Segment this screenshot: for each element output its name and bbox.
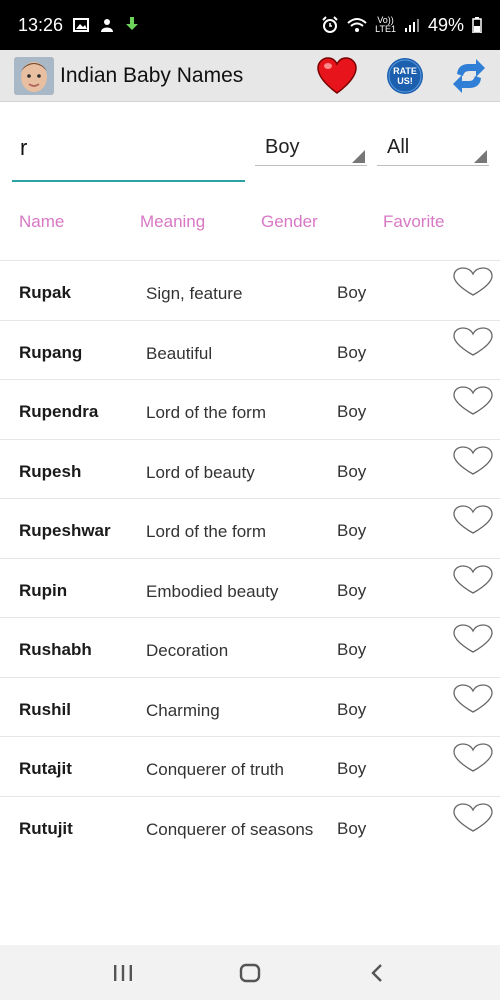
name-meaning: Sign, feature bbox=[146, 284, 243, 303]
name-meaning: Charming bbox=[146, 700, 220, 720]
baby-name: Rushabh bbox=[19, 640, 92, 659]
column-header-favorite[interactable]: Favorite bbox=[383, 212, 444, 232]
column-header-name[interactable]: Name bbox=[19, 212, 64, 232]
heart-outline-icon[interactable] bbox=[452, 267, 494, 299]
baby-name: Rushil bbox=[19, 699, 71, 719]
name-gender: Boy bbox=[337, 640, 367, 659]
name-meaning: Conquerer of truth bbox=[146, 760, 284, 779]
baby-name: Rutujit bbox=[19, 818, 73, 838]
name-gender: Boy bbox=[337, 818, 367, 838]
wifi-icon bbox=[347, 17, 367, 33]
table-row[interactable]: Rupak Sign, feature Boy bbox=[0, 260, 500, 320]
battery-percent: 49% bbox=[427, 14, 464, 35]
name-gender: Boy bbox=[337, 759, 367, 778]
name-gender: Boy bbox=[337, 461, 367, 481]
column-header-meaning[interactable]: Meaning bbox=[140, 212, 205, 232]
table-row[interactable]: Rupin Embodied beauty Boy bbox=[0, 557, 500, 618]
baby-name: Rupesh bbox=[19, 461, 82, 481]
battery-icon bbox=[472, 17, 482, 33]
heart-outline-icon[interactable] bbox=[452, 624, 494, 656]
search-input[interactable] bbox=[12, 128, 245, 168]
heart-outline-icon[interactable] bbox=[452, 445, 494, 478]
heart-outline-icon[interactable] bbox=[452, 564, 494, 597]
name-gender: Boy bbox=[337, 699, 367, 719]
recent-apps-icon[interactable] bbox=[93, 953, 153, 993]
table-row[interactable]: Rushabh Decoration Boy bbox=[0, 617, 500, 677]
baby-name: Rupendra bbox=[19, 402, 99, 421]
names-list: Rupak Sign, feature Boy Rupang Beautiful Boy R… bbox=[0, 260, 500, 855]
name-meaning: Lord of the form bbox=[146, 403, 267, 422]
heart-outline-icon[interactable] bbox=[452, 505, 494, 537]
name-meaning: Lord of the form bbox=[146, 522, 267, 541]
name-meaning: Lord of beauty bbox=[146, 462, 255, 482]
system-nav-bar bbox=[0, 945, 500, 1000]
baby-name: Rupin bbox=[19, 580, 68, 600]
gender-select[interactable]: Boy bbox=[255, 130, 367, 166]
name-gender: Boy bbox=[337, 283, 367, 302]
name-gender: Boy bbox=[337, 402, 367, 421]
name-meaning: Conquerer of seasons bbox=[146, 819, 314, 839]
alarm-icon bbox=[321, 16, 339, 34]
home-icon[interactable] bbox=[220, 953, 280, 993]
app-title: Indian Baby Names bbox=[60, 63, 244, 87]
name-gender: Boy bbox=[337, 521, 367, 540]
notification-icon bbox=[99, 17, 115, 33]
status-time: 13:26 bbox=[18, 14, 64, 35]
table-row[interactable]: Rutajit Conquerer of truth Boy bbox=[0, 736, 500, 796]
category-select[interactable]: All bbox=[377, 130, 489, 166]
table-row[interactable]: Rupendra Lord of the form Boy bbox=[0, 379, 500, 439]
app-logo bbox=[14, 56, 54, 95]
baby-name: Rupeshwar bbox=[19, 521, 111, 540]
table-row[interactable]: Rupesh Lord of beauty Boy bbox=[0, 438, 500, 499]
dropdown-arrow-icon bbox=[474, 150, 487, 163]
name-gender: Boy bbox=[337, 580, 367, 600]
column-header-gender[interactable]: Gender bbox=[261, 212, 318, 232]
table-row[interactable]: Rushil Charming Boy bbox=[0, 676, 500, 737]
table-row[interactable]: Rutujit Conquerer of seasons Boy bbox=[0, 795, 500, 856]
baby-name: Rutajit bbox=[19, 759, 72, 778]
name-meaning: Decoration bbox=[146, 641, 229, 660]
table-row[interactable]: Rupang Beautiful Boy bbox=[0, 319, 500, 380]
heart-outline-icon[interactable] bbox=[452, 743, 494, 775]
category-select-value: All bbox=[387, 136, 410, 158]
svg-text:RATE: RATE bbox=[393, 66, 417, 76]
name-gender: Boy bbox=[337, 342, 367, 362]
dropdown-arrow-icon bbox=[352, 150, 365, 163]
name-meaning: Beautiful bbox=[146, 343, 213, 363]
heart-outline-icon[interactable] bbox=[452, 326, 494, 359]
rate-us-icon[interactable]: RATE US! bbox=[386, 57, 424, 95]
baby-name: Rupang bbox=[19, 342, 83, 362]
gender-select-value: Boy bbox=[265, 136, 300, 158]
baby-name: Rupak bbox=[19, 283, 71, 302]
back-icon[interactable] bbox=[347, 953, 407, 993]
table-row[interactable]: Rupeshwar Lord of the form Boy bbox=[0, 498, 500, 558]
favorites-heart-icon[interactable] bbox=[316, 57, 358, 95]
heart-outline-icon[interactable] bbox=[452, 386, 494, 418]
signal-icon bbox=[404, 18, 420, 32]
network-type-label: Vo)) LTE1 bbox=[375, 15, 396, 34]
download-icon bbox=[125, 17, 139, 33]
gallery-icon bbox=[73, 18, 90, 32]
app-bar: Indian Baby Names RATE US! bbox=[0, 50, 500, 102]
svg-text:US!: US! bbox=[397, 76, 413, 86]
column-headers: Name Meaning Gender Favorite bbox=[0, 200, 500, 244]
refresh-icon[interactable] bbox=[452, 58, 486, 94]
search-field-container bbox=[12, 128, 245, 182]
heart-outline-icon[interactable] bbox=[452, 683, 494, 716]
name-meaning: Embodied beauty bbox=[146, 581, 279, 601]
status-bar: 13:26 Vo)) LTE1 49% bbox=[0, 0, 500, 50]
heart-outline-icon[interactable] bbox=[452, 802, 494, 835]
